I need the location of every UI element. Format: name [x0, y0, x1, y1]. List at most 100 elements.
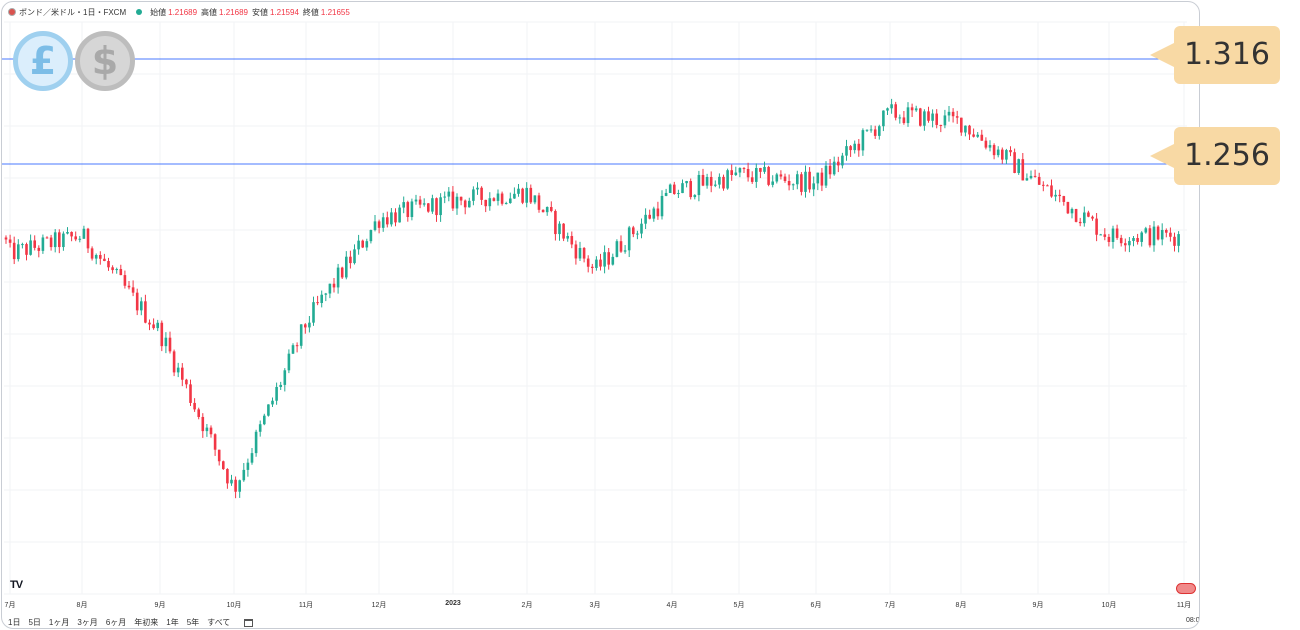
candle-body: [176, 367, 180, 373]
candle-body: [960, 117, 963, 133]
candle-body: [1107, 236, 1111, 242]
high-value: 1.21689: [219, 7, 248, 17]
candlestick-chart[interactable]: [2, 2, 1199, 628]
candle-body: [357, 240, 360, 250]
range-button[interactable]: 年初来: [134, 617, 158, 628]
candle-body: [771, 181, 774, 185]
candle-body: [750, 177, 754, 182]
candle-body: [1025, 178, 1029, 181]
price-tag-upper: 1.316: [1150, 26, 1280, 84]
candle-body: [1136, 238, 1139, 242]
candle-body: [705, 176, 709, 186]
candle-body: [623, 250, 627, 252]
candle-body: [648, 214, 651, 219]
candle-body: [82, 228, 86, 239]
candle-body: [517, 188, 520, 194]
candle-body: [1173, 236, 1176, 246]
candle-body: [1152, 226, 1156, 246]
candle-body: [107, 261, 110, 268]
candle-body: [636, 233, 639, 235]
candle-body: [406, 202, 410, 218]
candle-body: [1005, 150, 1008, 160]
candle-body: [1070, 208, 1074, 214]
candle-body: [488, 198, 492, 207]
candle-body: [123, 275, 127, 286]
candle-body: [1050, 185, 1053, 197]
candle-body: [578, 247, 582, 259]
candle-body: [718, 176, 721, 185]
x-tick-label: 7月: [4, 602, 16, 609]
candle-body: [78, 238, 82, 240]
candle-body: [951, 111, 955, 117]
candle-body: [365, 241, 369, 248]
candle-body: [722, 176, 725, 189]
flag-icon[interactable]: [1176, 583, 1196, 594]
candle-body: [29, 240, 32, 255]
candle-body: [94, 254, 98, 259]
candle-body: [640, 223, 643, 234]
calendar-icon[interactable]: [244, 618, 254, 627]
candle-body: [1083, 212, 1086, 224]
high-label: 高値: [201, 7, 218, 17]
candle-body: [878, 126, 881, 136]
candle-body: [796, 174, 799, 185]
candle-body: [1095, 218, 1098, 235]
candle-body: [886, 108, 889, 111]
candle-body: [861, 130, 865, 151]
candle-body: [894, 104, 897, 118]
candle-body: [619, 241, 623, 252]
candle-body: [381, 217, 385, 228]
gbpusd-flag-icon: [8, 8, 16, 16]
candle-body: [308, 322, 311, 328]
candle-body: [328, 283, 332, 294]
candle-body: [205, 427, 209, 432]
range-button[interactable]: 5年: [187, 617, 199, 628]
candle-body: [824, 165, 828, 186]
candle-body: [919, 108, 922, 126]
candle-body: [12, 242, 16, 260]
candle-body: [882, 110, 885, 127]
range-button[interactable]: 1年: [166, 617, 178, 628]
candle-body: [853, 143, 856, 151]
candle-body: [500, 193, 504, 204]
candle-body: [189, 384, 192, 403]
candle-body: [103, 258, 106, 262]
range-button[interactable]: 1日: [8, 617, 20, 628]
candle-body: [1103, 234, 1107, 237]
candle-body: [242, 469, 246, 481]
range-button[interactable]: 1ヶ月: [49, 617, 69, 628]
candle-body: [1078, 221, 1082, 224]
candle-body: [632, 227, 635, 235]
candle-body: [779, 174, 783, 177]
symbol-title[interactable]: ポンド／米ドル・1日・FXCM: [19, 7, 126, 18]
price-tag-lower: 1.256: [1150, 127, 1280, 185]
candle-body: [693, 195, 697, 198]
range-button[interactable]: 5日: [28, 617, 40, 628]
range-button[interactable]: 3ヶ月: [77, 617, 97, 628]
candle-body: [1148, 228, 1152, 246]
candle-body: [849, 146, 852, 151]
tradingview-logo[interactable]: TV: [10, 579, 23, 591]
market-status-icon: [136, 9, 143, 15]
candle-body: [841, 155, 844, 166]
range-button[interactable]: 6ヶ月: [106, 617, 126, 628]
candle-body: [172, 351, 176, 373]
candle-body: [988, 145, 992, 148]
candle-body: [673, 184, 676, 194]
candle-body: [443, 196, 446, 198]
candle-body: [222, 461, 225, 470]
candle-body: [902, 117, 906, 124]
candle-body: [1091, 216, 1094, 219]
candle-body: [74, 236, 77, 240]
candle-body: [1009, 150, 1012, 153]
candle-body: [1119, 237, 1123, 244]
candle-body: [763, 166, 766, 172]
candle-body: [791, 184, 795, 186]
candle-body: [398, 207, 401, 223]
range-button[interactable]: すべて: [207, 617, 230, 628]
candle-body: [238, 480, 241, 492]
x-tick-label: 2月: [521, 602, 533, 609]
candle-body: [595, 259, 598, 268]
symbol-header: ポンド／米ドル・1日・FXCM 始値 1.21689 高値 1.21689 安値 1.…: [8, 6, 354, 18]
candle-body: [681, 183, 684, 194]
